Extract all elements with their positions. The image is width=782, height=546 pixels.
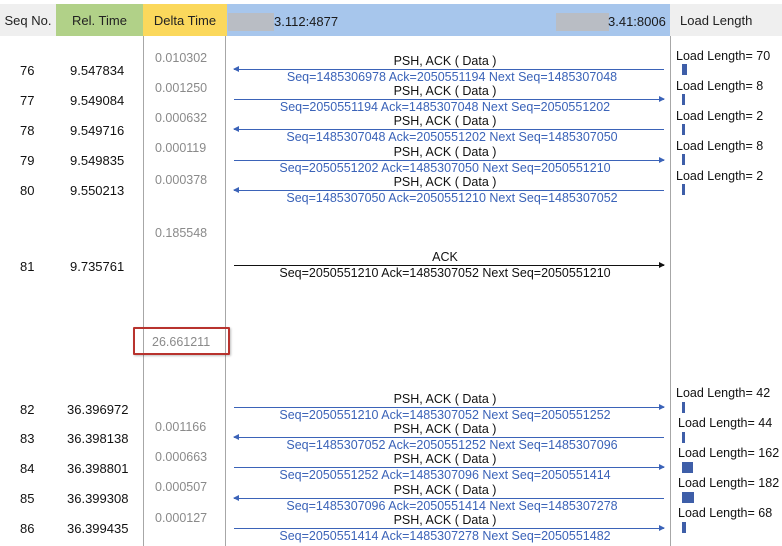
- redacted-ip-a: [228, 13, 274, 31]
- packet-flag-label: PSH, ACK ( Data ): [393, 512, 497, 527]
- arrow-right-icon: [659, 156, 665, 163]
- seq-no-cell: 82: [20, 402, 35, 417]
- delta-time-cell: 0.000378: [155, 173, 208, 187]
- seq-ack-text: Seq=1485307050 Ack=2050551210 Next Seq=1…: [286, 190, 618, 205]
- load-length-bar: [682, 94, 685, 105]
- packet-flag-label: PSH, ACK ( Data ): [393, 422, 497, 437]
- highlighted-delta-box: [133, 327, 230, 355]
- delta-time-header: Delta Time: [143, 4, 227, 36]
- delta-time-cell: 0.000119: [155, 141, 207, 155]
- rel-time-cell: 36.398138: [67, 431, 129, 446]
- load-length-label: Load Length= 8: [676, 79, 764, 93]
- seq-no-cell: 80: [20, 183, 35, 198]
- rel-time-cell: 9.549084: [70, 93, 125, 108]
- rel-time-cell: 36.398801: [67, 461, 129, 476]
- arrow-right-icon: [659, 464, 665, 471]
- rel-time-cell: 36.399435: [67, 521, 129, 536]
- delta-time-cell: 0.000127: [155, 511, 208, 525]
- load-length-label: Load Length= 182: [678, 476, 780, 490]
- load-length-bar: [682, 154, 685, 165]
- delta-time-cell: 0.000663: [155, 450, 208, 464]
- seq-no-cell: 78: [20, 123, 35, 138]
- arrow-right-icon: [659, 524, 665, 531]
- load-length-bar: [682, 64, 687, 75]
- seq-no-cell: 79: [20, 153, 35, 168]
- seq-no-cell: 81: [20, 259, 35, 274]
- seq-ack-text: Seq=1485307048 Ack=2050551202 Next Seq=1…: [286, 130, 618, 145]
- host-b-address: 3.41:8006: [608, 14, 666, 29]
- delta-column-left-border: [143, 36, 144, 546]
- packet-flag-label: ACK: [432, 250, 458, 264]
- rel-time-cell: 9.550213: [70, 183, 125, 198]
- rel-time-header: Rel. Time: [56, 4, 143, 36]
- packet-flag-label: PSH, ACK ( Data ): [393, 84, 497, 99]
- load-length-label: Load Length= 68: [678, 506, 773, 520]
- load-length-bar: [682, 522, 686, 533]
- delta-time-cell: 0.001250: [155, 81, 208, 95]
- seq-no-cell: 84: [20, 461, 35, 476]
- delta-column-right-border: [225, 36, 226, 546]
- arrow-right-icon: [659, 262, 665, 268]
- load-length-label: Load Length= 162: [678, 446, 780, 460]
- flow-column-right-border: [670, 36, 671, 546]
- seq-no-cell: 85: [20, 491, 35, 506]
- load-length-label: Load Length= 2: [676, 169, 764, 183]
- seq-ack-text: Seq=1485307052 Ack=2050551252 Next Seq=1…: [286, 438, 618, 453]
- seq-ack-text: Seq=2050551414 Ack=1485307278 Next Seq=2…: [279, 528, 611, 543]
- seq-ack-text: Seq=2050551210 Ack=1485307052 Next Seq=2…: [279, 266, 611, 280]
- packet-flag-label: PSH, ACK ( Data ): [393, 114, 497, 129]
- packet-flag-label: PSH, ACK ( Data ): [393, 174, 497, 189]
- seq-no-cell: 77: [20, 93, 35, 108]
- arrow-left-icon: [233, 126, 239, 133]
- seq-ack-text: Seq=2050551194 Ack=1485307048 Next Seq=2…: [279, 100, 611, 115]
- load-length-label: Load Length= 42: [676, 386, 771, 400]
- delta-time-cell: 0.010302: [155, 51, 208, 65]
- packet-flag-label: PSH, ACK ( Data ): [393, 452, 497, 467]
- packet-flag-label: PSH, ACK ( Data ): [393, 482, 497, 497]
- seq-ack-text: Seq=2050551210 Ack=1485307052 Next Seq=2…: [279, 408, 611, 422]
- rel-time-cell: 9.547834: [70, 63, 125, 78]
- load-length-bar: [682, 492, 694, 503]
- delta-time-cell: 0.185548: [155, 226, 208, 240]
- load-length-label: Load Length= 2: [676, 109, 764, 123]
- rel-time-cell: 36.396972: [67, 402, 129, 417]
- delta-time-cell: 0.001166: [155, 420, 207, 434]
- load-length-label: Load Length= 70: [676, 49, 771, 63]
- seq-no-cell: 83: [20, 431, 35, 446]
- rel-time-cell: 9.735761: [70, 259, 125, 274]
- load-length-bar: [682, 124, 685, 135]
- packet-flow-diagram: Seq No. Rel. Time Delta Time 3.112:4877 …: [0, 0, 782, 546]
- seq-ack-text: Seq=1485306978 Ack=2050551194 Next Seq=1…: [286, 70, 618, 84]
- host-a-address: 3.112:4877: [274, 14, 339, 29]
- arrow-right-icon: [659, 404, 665, 410]
- rel-time-cell: 9.549716: [70, 123, 125, 138]
- load-length-header: Load Length: [670, 4, 782, 36]
- arrow-left-icon: [233, 434, 239, 441]
- rel-time-cell: 36.399308: [67, 491, 129, 506]
- packet-flag-label: PSH, ACK ( Data ): [393, 144, 497, 159]
- load-length-bar: [682, 402, 685, 413]
- packet-flag-label: PSH, ACK ( Data ): [393, 392, 497, 406]
- load-length-bar: [682, 184, 685, 195]
- seq-no-cell: 86: [20, 521, 35, 536]
- load-length-label: Load Length= 8: [676, 139, 764, 153]
- seq-no-header: Seq No.: [0, 4, 56, 36]
- rel-time-cell: 9.549835: [70, 153, 125, 168]
- redacted-ip-b: [556, 13, 609, 31]
- arrow-left-icon: [233, 66, 239, 72]
- arrow-right-icon: [659, 96, 665, 103]
- seq-no-cell: 76: [20, 63, 35, 78]
- seq-ack-text: Seq=2050551202 Ack=1485307050 Next Seq=2…: [279, 160, 611, 175]
- load-length-label: Load Length= 44: [678, 416, 773, 430]
- delta-time-cell: 0.000507: [155, 480, 208, 494]
- packet-flag-label: PSH, ACK ( Data ): [393, 54, 497, 68]
- delta-time-cell: 0.000632: [155, 111, 208, 125]
- arrow-left-icon: [233, 186, 239, 193]
- arrow-left-icon: [233, 494, 239, 501]
- seq-ack-text: Seq=1485307096 Ack=2050551414 Next Seq=1…: [286, 498, 618, 513]
- load-length-bar: [682, 432, 685, 443]
- seq-ack-text: Seq=2050551252 Ack=1485307096 Next Seq=2…: [279, 468, 611, 483]
- load-length-bar: [682, 462, 693, 473]
